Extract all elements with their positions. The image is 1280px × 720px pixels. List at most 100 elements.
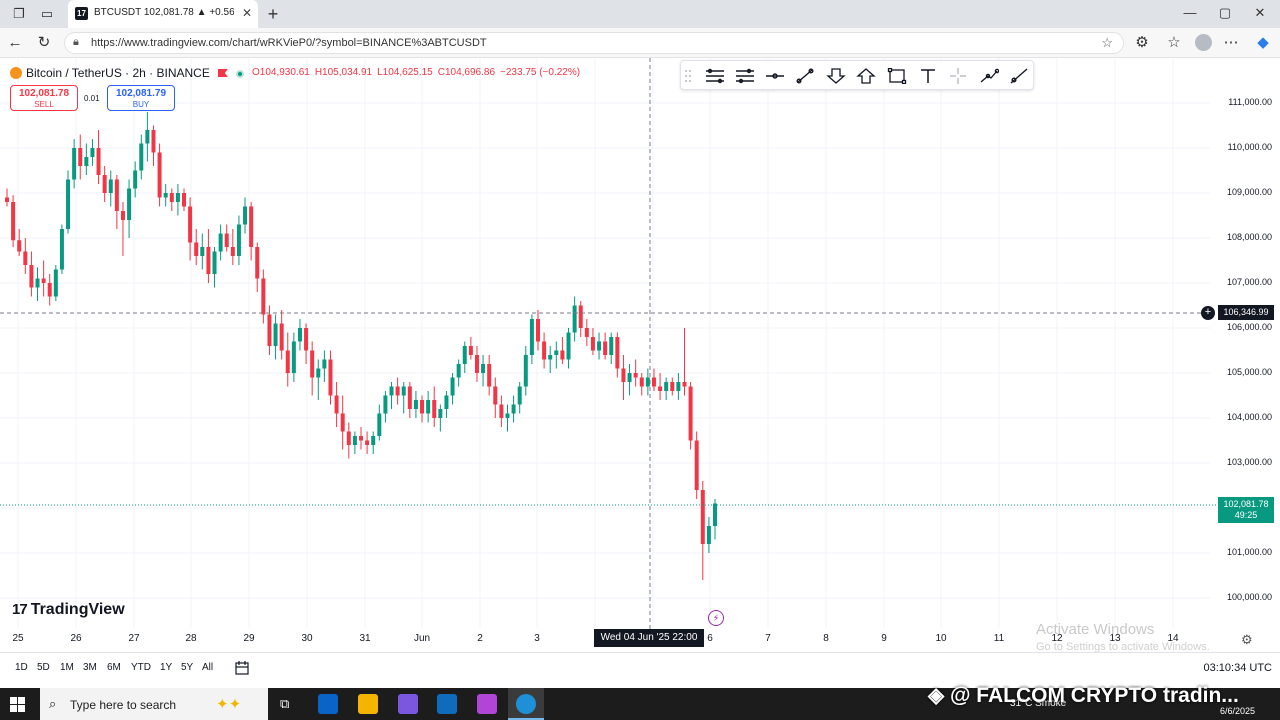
chart-area[interactable] — [0, 58, 1280, 688]
range-button-all[interactable]: All — [202, 662, 213, 673]
candle-body — [389, 386, 394, 396]
candle-body — [78, 148, 83, 166]
range-button-5y[interactable]: 5Y — [181, 662, 193, 673]
extensions-icon[interactable]: ⚙ — [1133, 34, 1151, 52]
candle-body — [603, 341, 608, 355]
candle-body — [426, 400, 431, 414]
task-view-icon[interactable]: ⧉ — [280, 696, 289, 712]
maximize-icon[interactable]: ▢ — [1215, 5, 1235, 21]
candle-body — [420, 400, 425, 414]
candle-body — [267, 314, 272, 346]
symbol-name[interactable]: Bitcoin / TetherUS · 2h · BINANCE — [26, 66, 210, 80]
horizontal-line-icon[interactable] — [765, 68, 785, 84]
tab-actions-icon[interactable]: ▭ — [38, 5, 56, 23]
tradingview-logo[interactable]: 17 TradingView — [12, 601, 125, 619]
minimize-icon[interactable]: — — [1180, 5, 1200, 20]
outlook-icon[interactable] — [437, 694, 457, 714]
candle-body — [108, 179, 113, 193]
buy-button[interactable]: 102,081.79 BUY — [107, 85, 175, 111]
tradingview-mark-icon: 17 — [12, 601, 28, 618]
range-button-6m[interactable]: 6M — [107, 662, 121, 673]
candle-body — [29, 265, 34, 288]
price-tick-label: 101,000.00 — [1226, 547, 1272, 557]
profile-avatar[interactable] — [1195, 34, 1212, 51]
candle-body — [90, 148, 95, 157]
price-tick-label: 100,000.00 — [1226, 592, 1272, 602]
candle-body — [334, 395, 339, 414]
favorite-star-icon[interactable]: ☆ — [1101, 35, 1113, 51]
lightning-event-icon[interactable]: ⚡︎ — [708, 610, 724, 626]
symbol-header[interactable]: Bitcoin / TetherUS · 2h · BINANCE — [10, 66, 254, 80]
browser-tab[interactable]: 17 BTCUSDT 102,081.78 ▲ +0.56% Un ✕ — [68, 0, 258, 28]
trend-line-icon[interactable] — [795, 68, 815, 84]
candle-body — [377, 413, 382, 436]
price-tick-label: 108,000.00 — [1226, 232, 1272, 242]
candle-body — [499, 404, 504, 418]
parallel-channel-icon[interactable] — [705, 68, 725, 84]
workspaces-icon[interactable]: ❐ — [10, 5, 28, 23]
copilot-icon[interactable]: ◆ — [1254, 34, 1272, 52]
range-button-ytd[interactable]: YTD — [131, 662, 151, 673]
candle-body — [407, 386, 412, 409]
edge-active-app[interactable] — [508, 688, 544, 720]
range-button-1d[interactable]: 1D — [15, 662, 28, 673]
taskbar-search-box[interactable]: ⌕ Type here to search ✦✦ — [40, 688, 268, 720]
utc-clock[interactable]: 03:10:34 UTC — [1204, 662, 1272, 674]
refresh-icon[interactable]: ↻ — [35, 34, 53, 52]
range-button-1m[interactable]: 1M — [60, 662, 74, 673]
ray-line-icon[interactable] — [1009, 68, 1029, 84]
search-icon: ⌕ — [49, 696, 57, 711]
candle-body — [273, 323, 278, 346]
candle-body — [590, 337, 595, 351]
tab-close-icon[interactable]: ✕ — [242, 6, 252, 20]
flag-icon[interactable] — [217, 69, 228, 77]
favorites-icon[interactable]: ☆ — [1165, 34, 1183, 52]
chart-settings-gear-icon[interactable]: ⚙ — [1241, 632, 1253, 648]
arrow-down-icon[interactable] — [826, 68, 846, 84]
add-alert-plus-icon[interactable]: + — [1201, 306, 1215, 320]
text-tool-icon[interactable] — [918, 68, 938, 84]
price-tick-label: 106,000.00 — [1226, 322, 1272, 332]
candlestick-chart[interactable] — [0, 58, 1280, 688]
candle-body — [102, 175, 107, 193]
sell-button[interactable]: 102,081.78 SELL — [10, 85, 78, 111]
windows-start-icon[interactable] — [10, 697, 25, 712]
address-bar-row: ← ↻ 🔒︎ https://www.tradingview.com/chart… — [0, 28, 1280, 58]
range-button-5d[interactable]: 5D — [37, 662, 50, 673]
candle-body — [188, 206, 193, 243]
candle-body — [395, 386, 400, 396]
range-button-1y[interactable]: 1Y — [160, 662, 172, 673]
more-menu-icon[interactable]: ⋯ — [1222, 34, 1240, 52]
candle-body — [23, 251, 28, 265]
time-tick-label: 10 — [935, 633, 947, 644]
file-explorer-icon[interactable] — [358, 694, 378, 714]
back-icon[interactable]: ← — [6, 34, 24, 52]
date-range-icon[interactable] — [234, 660, 250, 676]
url-input[interactable]: 🔒︎ https://www.tradingview.com/chart/wRK… — [64, 32, 1124, 54]
candle-body — [59, 229, 64, 270]
candle-body — [127, 188, 132, 220]
candle-body — [17, 240, 22, 252]
price-tick-label: 111,000.00 — [1228, 97, 1272, 107]
candle-body — [529, 319, 534, 355]
pinned-app-icon[interactable] — [477, 694, 497, 714]
candle-body — [383, 395, 388, 414]
new-tab-icon[interactable]: + — [264, 5, 282, 23]
buy-label: BUY — [132, 100, 150, 109]
candle-body — [151, 130, 156, 153]
ohlc-open: O104,930.61 — [252, 67, 310, 78]
candle-body — [572, 305, 577, 333]
candle-body — [554, 350, 559, 355]
copilot-app-icon[interactable] — [398, 694, 418, 714]
path-tool-icon[interactable] — [979, 68, 999, 84]
range-button-3m[interactable]: 3M — [83, 662, 97, 673]
regression-trend-icon[interactable] — [735, 68, 755, 84]
rectangle-icon[interactable] — [887, 68, 907, 84]
crosshair-icon[interactable] — [948, 68, 968, 84]
close-window-icon[interactable]: ✕ — [1250, 5, 1270, 21]
store-app-icon[interactable] — [318, 694, 338, 714]
arrow-up-icon[interactable] — [856, 68, 876, 84]
candle-body — [346, 431, 351, 445]
drag-handle-icon[interactable] — [683, 68, 693, 84]
candle-body — [5, 197, 9, 202]
